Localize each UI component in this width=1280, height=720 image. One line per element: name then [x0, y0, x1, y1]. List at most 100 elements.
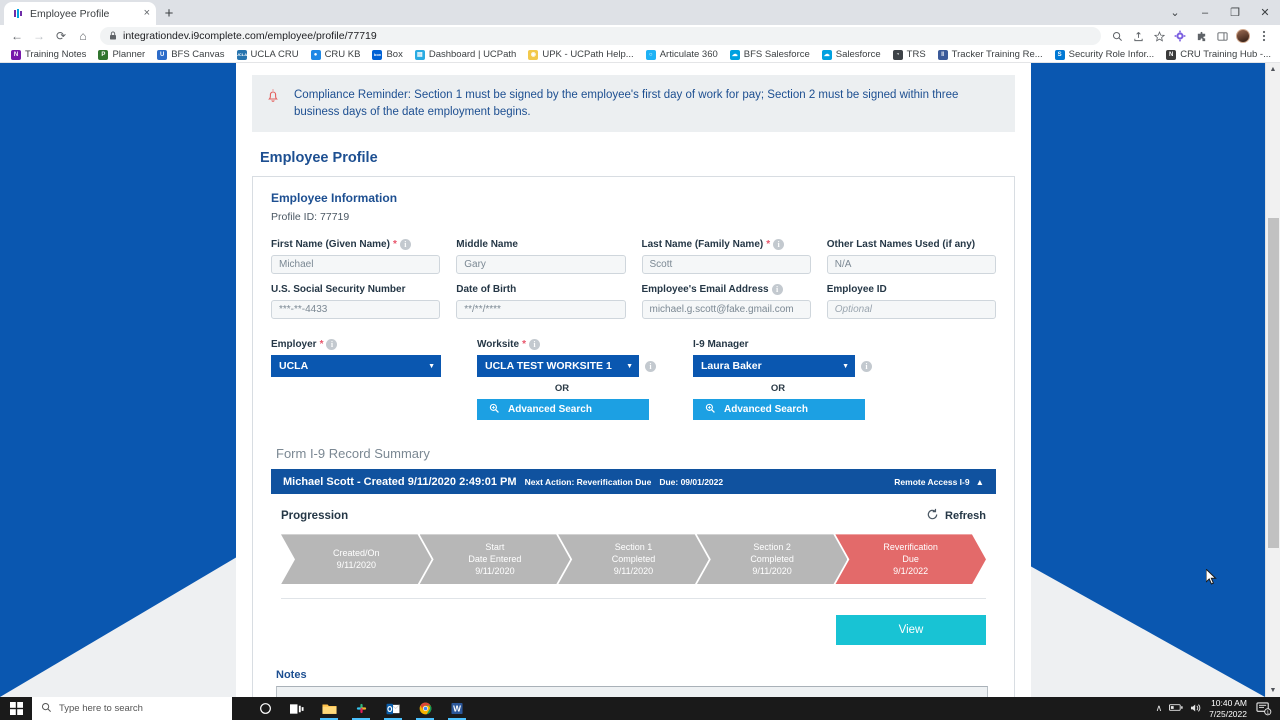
bookmark-item[interactable]: ‖Tracker Training Re... — [932, 49, 1049, 60]
dropdown-select[interactable]: UCLA ▼ — [271, 355, 441, 377]
scrollbar-thumb[interactable] — [1268, 218, 1279, 548]
tray-chevron-icon[interactable]: ∧ — [1156, 703, 1163, 714]
field-input[interactable]: ***-**-4433 — [271, 300, 440, 319]
field-label: Other Last Names Used (if any) — [827, 239, 996, 250]
taskbar-clock[interactable]: 10:40 AM 7/25/2022 — [1209, 698, 1247, 719]
page-scrollbar[interactable]: ▲ ▼ — [1265, 63, 1280, 697]
record-summary-bar[interactable]: Michael Scott - Created 9/11/2020 2:49:0… — [271, 469, 996, 494]
info-icon[interactable]: i — [529, 339, 540, 350]
refresh-button[interactable]: Refresh — [926, 508, 986, 524]
outlook-icon[interactable] — [378, 697, 408, 720]
notification-icon[interactable]: 1 — [1254, 701, 1274, 716]
bookmark-item[interactable]: UCLAUCLA CRU — [231, 49, 305, 60]
extensions-puzzle-icon[interactable] — [1191, 26, 1211, 46]
field-label: First Name (Given Name)*i — [271, 239, 440, 250]
bookmark-item[interactable]: NCRU Training Hub -... — [1160, 49, 1277, 60]
tab-close-icon[interactable]: × — [144, 8, 150, 19]
bookmark-item[interactable]: SSecurity Role Infor... — [1049, 49, 1161, 60]
dropdown-label: Worksite*i — [477, 339, 677, 350]
info-icon[interactable]: i — [400, 239, 411, 250]
address-bar[interactable]: integrationdev.i9complete.com/employee/p… — [100, 27, 1101, 45]
info-icon[interactable]: i — [772, 284, 783, 295]
record-summary-heading: Form I-9 Record Summary — [276, 446, 996, 461]
view-button[interactable]: View — [836, 615, 986, 645]
salesforce-icon: ☁ — [730, 50, 740, 60]
field-label-text: Date of Birth — [456, 284, 516, 295]
new-tab-button[interactable]: + — [156, 2, 182, 25]
field-label: Employee ID — [827, 284, 996, 295]
cortana-icon[interactable] — [250, 697, 280, 720]
dropdown-value: UCLA — [279, 360, 308, 372]
field-input[interactable]: **/**/**** — [456, 300, 625, 319]
bookmark-item[interactable]: ●CRU KB — [305, 49, 367, 60]
field-input[interactable]: N/A — [827, 255, 996, 274]
chevron-down-icon[interactable]: ▼ — [428, 363, 435, 370]
chrome-icon[interactable] — [410, 697, 440, 720]
info-icon[interactable]: i — [326, 339, 337, 350]
bookmark-item[interactable]: NTraining Notes — [5, 49, 92, 60]
file-explorer-icon[interactable] — [314, 697, 344, 720]
employee-information-card: Employee Information Profile ID: 77719 F… — [252, 176, 1015, 697]
advanced-search-button[interactable]: Advanced Search — [477, 399, 649, 420]
profile-avatar-icon[interactable] — [1233, 26, 1253, 46]
step-line2: Due — [902, 553, 919, 565]
notes-label: Notes — [276, 669, 996, 681]
battery-icon[interactable] — [1169, 703, 1183, 714]
info-icon[interactable]: i — [645, 361, 656, 372]
windows-start-icon[interactable] — [0, 697, 32, 720]
window-controls: ⌄ – ❐ ✕ — [1160, 0, 1280, 25]
tab-search-chevron-icon[interactable]: ⌄ — [1160, 0, 1190, 25]
sidepanel-icon[interactable] — [1212, 26, 1232, 46]
bookmark-item[interactable]: boxBox — [366, 49, 408, 60]
share-icon[interactable] — [1128, 26, 1148, 46]
extension-gear-icon[interactable] — [1170, 26, 1190, 46]
dropdown-column: I-9 ManagerLaura Baker▼iORAdvanced Searc… — [693, 339, 893, 420]
step-line1: Section 2 — [753, 541, 791, 553]
reload-icon[interactable]: ⟳ — [50, 26, 72, 46]
browser-tab-employee-profile[interactable]: Employee Profile × — [4, 2, 156, 25]
back-icon[interactable]: ← — [6, 26, 28, 46]
bookmark-item[interactable]: PPlanner — [92, 49, 151, 60]
minimize-button[interactable]: – — [1190, 0, 1220, 25]
maximize-button[interactable]: ❐ — [1220, 0, 1250, 25]
chevron-down-icon[interactable]: ▼ — [842, 363, 849, 370]
field-input[interactable]: Optional — [827, 300, 996, 319]
field-input[interactable]: Scott — [642, 255, 811, 274]
scroll-down-arrow-icon[interactable]: ▼ — [1266, 684, 1280, 697]
notes-textarea[interactable] — [276, 686, 988, 697]
bookmark-item[interactable]: ☁BFS Salesforce — [724, 49, 816, 60]
forward-icon[interactable]: → — [28, 26, 50, 46]
word-icon[interactable]: W — [442, 697, 472, 720]
chevron-down-icon[interactable]: ▼ — [626, 363, 633, 370]
task-view-icon[interactable] — [282, 697, 312, 720]
taskbar-search-input[interactable]: Type here to search — [32, 697, 232, 720]
close-window-button[interactable]: ✕ — [1250, 0, 1280, 25]
field-input[interactable]: Michael — [271, 255, 440, 274]
bookmark-item[interactable]: ▤Dashboard | UCPath — [409, 49, 523, 60]
field-input[interactable]: michael.g.scott@fake.gmail.com — [642, 300, 811, 319]
collapse-caret-icon[interactable]: ▲ — [976, 477, 984, 487]
remote-access-group[interactable]: Remote Access I-9 ▲ — [894, 477, 984, 487]
slack-icon[interactable] — [346, 697, 376, 720]
bookmark-item[interactable]: UBFS Canvas — [151, 49, 230, 60]
scroll-up-arrow-icon[interactable]: ▲ — [1266, 63, 1280, 76]
bookmark-item[interactable]: ○Articulate 360 — [640, 49, 724, 60]
info-icon[interactable]: i — [773, 239, 784, 250]
bookmark-star-icon[interactable] — [1149, 26, 1169, 46]
field-label-text: U.S. Social Security Number — [271, 284, 406, 295]
field-input[interactable]: Gary — [456, 255, 625, 274]
record-summary-title: Michael Scott - Created 9/11/2020 2:49:0… — [283, 476, 517, 488]
bookmark-item[interactable]: ◔TRS — [887, 49, 932, 60]
dropdown-select[interactable]: Laura Baker▼ — [693, 355, 855, 377]
advanced-search-button[interactable]: Advanced Search — [693, 399, 865, 420]
bookmark-item[interactable]: ☁Salesforce — [816, 49, 887, 60]
dropdown-select[interactable]: UCLA TEST WORKSITE 1▼ — [477, 355, 639, 377]
sharepoint-icon: S — [1055, 50, 1065, 60]
volume-icon[interactable] — [1190, 703, 1202, 715]
chrome-menu-icon[interactable] — [1254, 26, 1274, 46]
home-icon[interactable]: ⌂ — [72, 26, 94, 46]
bookmark-label: CRU KB — [325, 49, 361, 60]
zoom-icon[interactable] — [1107, 26, 1127, 46]
bookmark-item[interactable]: ◉UPK - UCPath Help... — [522, 49, 639, 60]
info-icon[interactable]: i — [861, 361, 872, 372]
